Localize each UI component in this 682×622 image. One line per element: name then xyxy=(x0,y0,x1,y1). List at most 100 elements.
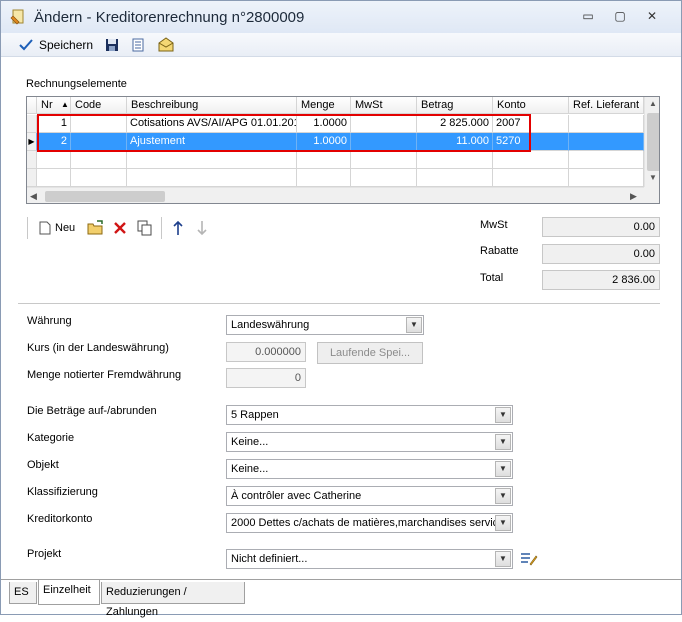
cell-code[interactable] xyxy=(71,133,127,151)
table-row[interactable]: 1 Cotisations AVS/AI/APG 01.01.201 1.000… xyxy=(27,115,644,133)
kurs-input[interactable]: 0.000000 xyxy=(226,342,306,362)
new-document-icon xyxy=(39,221,51,235)
scroll-down-arrow-icon[interactable]: ▼ xyxy=(649,173,657,182)
empty-cell[interactable] xyxy=(351,151,417,169)
move-up-arrow-icon[interactable] xyxy=(173,220,183,236)
move-down-arrow-icon[interactable] xyxy=(197,220,207,236)
cell-code[interactable] xyxy=(71,115,127,133)
empty-cell[interactable] xyxy=(569,169,644,187)
rabatte-total-field: 0.00 xyxy=(542,244,660,264)
cell-nr[interactable]: 1 xyxy=(37,115,71,133)
kreditorkonto-select[interactable]: 2000 Dettes c/achats de matières,marchan… xyxy=(226,513,513,533)
save-button[interactable]: Speichern xyxy=(7,35,93,55)
empty-cell[interactable] xyxy=(71,169,127,187)
column-header-konto[interactable]: Konto xyxy=(493,97,569,114)
cell-menge[interactable]: 1.0000 xyxy=(297,133,351,151)
klassifizierung-select[interactable]: À contrôler avec Catherine ▼ xyxy=(226,486,513,506)
chevron-down-icon[interactable]: ▼ xyxy=(495,488,511,504)
vertical-scroll-thumb[interactable] xyxy=(647,113,659,171)
cell-nr[interactable]: 2 xyxy=(37,133,71,151)
chevron-down-icon[interactable]: ▼ xyxy=(495,407,511,423)
scroll-left-arrow-icon[interactable]: ◀ xyxy=(30,191,37,202)
projekt-select[interactable]: Nicht definiert... ▼ xyxy=(226,549,513,569)
invoice-app-icon xyxy=(10,9,24,25)
minimize-button[interactable]: ▭ xyxy=(575,7,601,25)
empty-cell[interactable] xyxy=(417,151,493,169)
mwst-label: MwSt xyxy=(480,219,508,231)
delete-icon[interactable] xyxy=(113,221,127,235)
floppy-disk-icon[interactable] xyxy=(105,38,119,52)
chevron-down-icon[interactable]: ▼ xyxy=(406,317,422,333)
empty-cell[interactable] xyxy=(569,151,644,169)
cell-menge[interactable]: 1.0000 xyxy=(297,115,351,133)
empty-cell[interactable] xyxy=(37,151,71,169)
chevron-down-icon[interactable]: ▼ xyxy=(495,515,511,531)
toolbar-separator xyxy=(161,217,162,239)
edit-list-icon[interactable] xyxy=(520,551,538,567)
empty-cell[interactable] xyxy=(127,151,297,169)
copy-icon[interactable] xyxy=(137,220,153,236)
cell-betrag[interactable]: 11.000 xyxy=(417,133,493,151)
kreditorkonto-value: 2000 Dettes c/achats de matières,marchan… xyxy=(231,517,505,529)
title-bar: Ändern - Kreditorenrechnung n°2800009 ▭ … xyxy=(1,1,681,33)
cell-ref-lieferant[interactable] xyxy=(569,133,644,151)
tab-es[interactable]: ES xyxy=(9,582,37,604)
cell-konto[interactable]: 2007 xyxy=(493,115,569,133)
cell-beschreibung[interactable]: Ajustement xyxy=(127,133,297,151)
empty-cell[interactable] xyxy=(297,151,351,169)
empty-cell[interactable] xyxy=(37,169,71,187)
cell-ref-lieferant[interactable] xyxy=(569,115,644,133)
open-envelope-icon[interactable] xyxy=(158,37,175,52)
maximize-button[interactable]: ▢ xyxy=(607,7,633,25)
chevron-down-icon[interactable]: ▼ xyxy=(495,434,511,450)
horizontal-scrollbar[interactable]: ◀ ▶ xyxy=(27,187,644,203)
column-header-menge[interactable]: Menge xyxy=(297,97,351,114)
column-header-code[interactable]: Code xyxy=(71,97,127,114)
grid-header: Nr ▲ Code Beschreibung Menge MwSt Betrag… xyxy=(27,97,644,114)
chevron-down-icon[interactable]: ▼ xyxy=(495,551,511,567)
cell-betrag[interactable]: 2 825.000 xyxy=(417,115,493,133)
cell-beschreibung[interactable]: Cotisations AVS/AI/APG 01.01.201 xyxy=(127,115,297,133)
empty-cell[interactable] xyxy=(493,169,569,187)
empty-cell[interactable] xyxy=(417,169,493,187)
column-header-nr[interactable]: Nr ▲ xyxy=(37,97,71,114)
cell-mwst[interactable] xyxy=(351,115,417,133)
column-header-mwst[interactable]: MwSt xyxy=(351,97,417,114)
empty-row[interactable] xyxy=(27,151,644,169)
column-header-betrag[interactable]: Betrag xyxy=(417,97,493,114)
empty-cell[interactable] xyxy=(127,169,297,187)
empty-cell[interactable] xyxy=(351,169,417,187)
document-list-icon[interactable] xyxy=(131,38,145,52)
waehrung-select[interactable]: Landeswährung ▼ xyxy=(226,315,424,335)
empty-cell[interactable] xyxy=(71,151,127,169)
objekt-select[interactable]: Keine... ▼ xyxy=(226,459,513,479)
cell-konto[interactable]: 5270 xyxy=(493,133,569,151)
column-header-ref-lieferant[interactable]: Ref. Lieferant xyxy=(569,97,644,114)
empty-cell[interactable] xyxy=(297,169,351,187)
current-row-arrow-icon: ▶ xyxy=(27,133,37,151)
runden-select[interactable]: 5 Rappen ▼ xyxy=(226,405,513,425)
tab-reduzierungen-zahlungen[interactable]: Reduzierungen / Zahlungen xyxy=(101,582,245,618)
section-divider xyxy=(18,303,660,304)
tab-einzelheit[interactable]: Einzelheit xyxy=(38,580,100,605)
toolbar: Speichern xyxy=(1,33,681,57)
chevron-down-icon[interactable]: ▼ xyxy=(495,461,511,477)
kategorie-select[interactable]: Keine... ▼ xyxy=(226,432,513,452)
total-label: Total xyxy=(480,272,504,284)
column-header-beschreibung[interactable]: Beschreibung xyxy=(127,97,297,114)
empty-cell[interactable] xyxy=(493,151,569,169)
open-folder-icon[interactable] xyxy=(87,220,105,236)
vertical-scrollbar[interactable]: ▲ ▼ xyxy=(644,97,659,187)
scroll-right-arrow-icon[interactable]: ▶ xyxy=(630,191,637,202)
empty-row[interactable] xyxy=(27,169,644,187)
mwst-total-field: 0.00 xyxy=(542,217,660,237)
cell-mwst[interactable] xyxy=(351,133,417,151)
scroll-up-arrow-icon[interactable]: ▲ xyxy=(649,99,657,108)
laufende-spei-button[interactable]: Laufende Spei... xyxy=(317,342,423,364)
close-button[interactable]: ✕ xyxy=(639,7,665,25)
menge-fremdwaehrung-input[interactable]: 0 xyxy=(226,368,306,388)
runden-label: Die Beträge auf-/abrunden xyxy=(27,405,157,417)
table-row-selected[interactable]: ▶ 2 Ajustement 1.0000 11.000 5270 xyxy=(27,133,644,151)
tab-bar: ES Einzelheit Reduzierungen / Zahlungen xyxy=(1,579,681,618)
horizontal-scroll-thumb[interactable] xyxy=(45,191,165,202)
